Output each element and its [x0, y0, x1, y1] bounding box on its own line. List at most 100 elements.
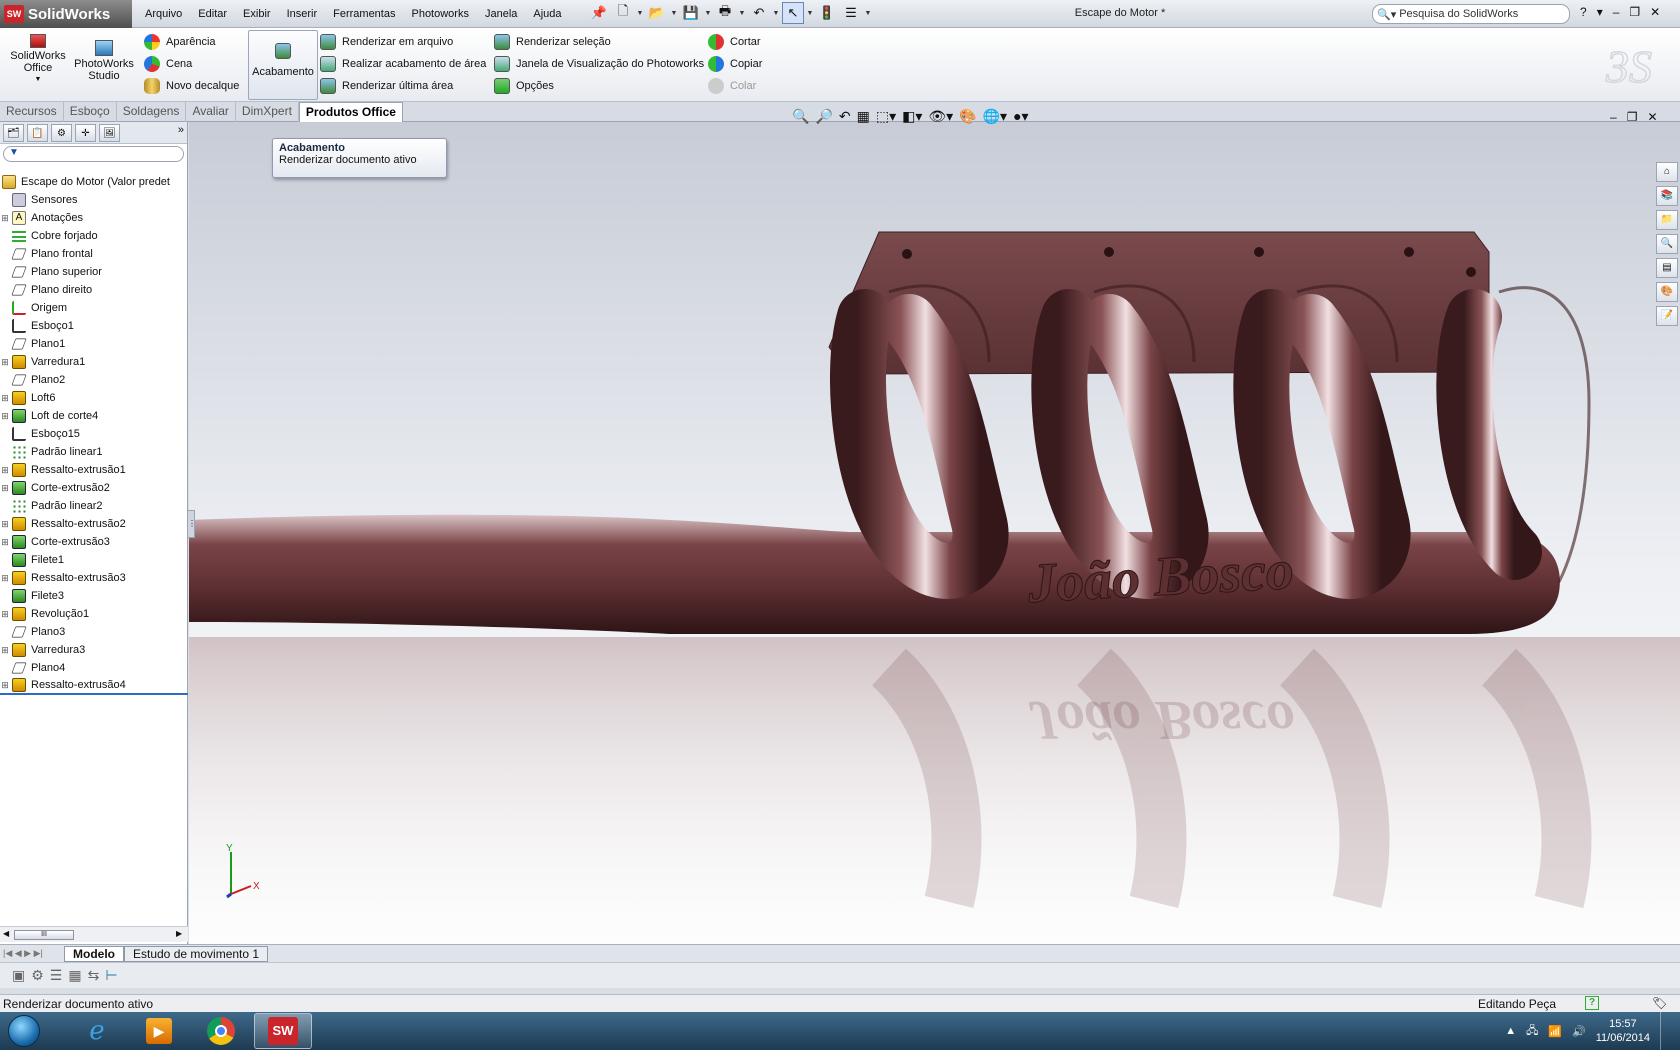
renderizar-selecao-button[interactable]: Renderizar seleção	[494, 32, 611, 52]
aparencia-button[interactable]: Aparência	[144, 32, 216, 52]
appearances-icon[interactable]: 🎨	[1656, 282, 1678, 302]
dimxpert-tab-icon[interactable]: ✛	[75, 124, 96, 142]
taskbar-chrome[interactable]	[192, 1013, 250, 1049]
edit-appearance-icon[interactable]: 🎨	[959, 108, 976, 125]
restore-icon[interactable]: ❐	[1629, 5, 1640, 19]
tree-item[interactable]: Padrão linear2	[0, 497, 188, 515]
tree-item[interactable]: ⊞ Varredura1	[0, 353, 188, 371]
bottom-tab-1[interactable]: Estudo de movimento 1	[124, 945, 269, 962]
bottom-tab-0[interactable]: Modelo	[64, 945, 124, 962]
previous-view-icon[interactable]: ↶	[839, 108, 851, 125]
expand-toggle-icon[interactable]: ⊞	[0, 357, 10, 368]
search-results-icon[interactable]: 🔍	[1656, 234, 1678, 254]
acabamento-button[interactable]: Acabamento	[248, 30, 318, 100]
menu-0[interactable]: Arquivo	[137, 8, 190, 20]
menu-5[interactable]: Photoworks	[403, 8, 476, 20]
expand-toggle-icon[interactable]: ⊞	[0, 573, 10, 584]
propertymanager-tab-icon[interactable]: 📋	[27, 124, 48, 142]
expand-toggle-icon[interactable]: ⊞	[0, 537, 10, 548]
doc-minimize-icon[interactable]: –	[1610, 110, 1617, 124]
tree-root[interactable]: Escape do Motor (Valor predet	[0, 173, 188, 191]
menu-4[interactable]: Ferramentas	[325, 8, 403, 20]
solidworks-resources-icon[interactable]: ⌂	[1656, 162, 1678, 182]
opcoes-button[interactable]: Opções	[494, 76, 554, 96]
clock[interactable]: 15:57 11/06/2014	[1596, 1017, 1650, 1045]
tree-item[interactable]: ⊞ A Anotações	[0, 209, 188, 227]
display-style-icon[interactable]: ◧▾	[902, 108, 922, 125]
solidworks-logo[interactable]: SW SolidWorks	[0, 0, 132, 28]
open-dropdown-icon[interactable]: ▼	[670, 10, 678, 17]
tree-filter-input[interactable]: ▼	[3, 146, 184, 162]
photoworks-studio-button[interactable]: PhotoWorks Studio	[74, 40, 134, 82]
graphics-area[interactable]: João Bosco João Bosco Y X	[189, 122, 1680, 944]
tree-item[interactable]: ⊞ Corte-extrusão3	[0, 533, 188, 551]
tree-item[interactable]: Sensores	[0, 191, 188, 209]
taskbar-ie[interactable]: e	[68, 1013, 126, 1049]
new-dropdown-icon[interactable]: ▼	[636, 10, 644, 17]
motion-tool-6-icon[interactable]: ⊢	[105, 967, 117, 984]
expand-toggle-icon[interactable]: ⊞	[0, 680, 10, 691]
menu-7[interactable]: Ajuda	[525, 8, 569, 20]
undo-icon[interactable]: ↶	[748, 2, 770, 24]
tree-item[interactable]: Plano4	[0, 659, 188, 677]
motion-tool-4-icon[interactable]: ▦	[68, 967, 81, 984]
tree-item[interactable]: ⊞ Loft de corte4	[0, 407, 188, 425]
tree-item[interactable]: Origem	[0, 299, 188, 317]
cena-button[interactable]: Cena	[144, 54, 192, 74]
print-icon[interactable]: 🖶	[714, 2, 736, 24]
close-icon[interactable]: ✕	[1650, 5, 1660, 19]
view-settings-icon[interactable]: ●▾	[1013, 108, 1028, 125]
expand-toggle-icon[interactable]: ⊞	[0, 465, 10, 476]
tab-4[interactable]: DimXpert	[236, 102, 299, 122]
start-button[interactable]	[0, 1012, 48, 1050]
tab-nav-arrows-icon[interactable]: |◀ ◀ ▶ ▶|	[0, 948, 64, 959]
tab-0[interactable]: Recursos	[0, 102, 64, 122]
hide-show-icon[interactable]: 👁▾	[928, 108, 953, 125]
doc-close-icon[interactable]: ✕	[1647, 110, 1657, 124]
tree-item[interactable]: Esboço1	[0, 317, 188, 335]
tree-item[interactable]: ⊞ Ressalto-extrusão2	[0, 515, 188, 533]
show-desktop-button[interactable]	[1660, 1012, 1670, 1050]
acabamento-area-button[interactable]: Realizar acabamento de área	[320, 54, 486, 74]
scroll-left-icon[interactable]: ◀	[3, 929, 9, 938]
design-library-icon[interactable]: 📚	[1656, 186, 1678, 206]
copiar-button[interactable]: Copiar	[708, 54, 762, 74]
tree-item[interactable]: Cobre forjado	[0, 227, 188, 245]
help-icon[interactable]: ?	[1580, 5, 1587, 19]
tree-item[interactable]: Filete3	[0, 587, 188, 605]
zoom-to-fit-icon[interactable]: 🔍	[792, 108, 809, 125]
undo-dropdown-icon[interactable]: ▼	[772, 10, 780, 17]
tab-2[interactable]: Soldagens	[117, 102, 187, 122]
expand-toggle-icon[interactable]: ⊞	[0, 645, 10, 656]
signal-icon[interactable]: 📶	[1548, 1025, 1562, 1038]
novo-decalque-button[interactable]: Novo decalque	[144, 76, 239, 96]
tree-item[interactable]: ⊞ Corte-extrusão2	[0, 479, 188, 497]
status-tag-icon[interactable]: 🏷	[1652, 996, 1667, 1010]
doc-restore-icon[interactable]: ❐	[1627, 110, 1638, 124]
configuration-tab-icon[interactable]: ⚙	[51, 124, 72, 142]
menu-6[interactable]: Janela	[477, 8, 525, 20]
motion-tool-1-icon[interactable]: ▣	[12, 967, 25, 984]
menu-2[interactable]: Exibir	[235, 8, 279, 20]
renderizar-arquivo-button[interactable]: Renderizar em arquivo	[320, 32, 453, 52]
tree-item[interactable]: Esboço15	[0, 425, 188, 443]
select-pointer-icon[interactable]: ↖	[782, 2, 804, 24]
tree-item[interactable]: ⊞ Ressalto-extrusão1	[0, 461, 188, 479]
file-explorer-icon[interactable]: 📁	[1656, 210, 1678, 230]
tab-5[interactable]: Produtos Office	[298, 102, 403, 122]
help-dropdown-icon[interactable]: ▾	[1597, 5, 1603, 19]
options-dropdown-icon[interactable]: ▼	[864, 10, 872, 17]
taskbar-solidworks[interactable]: SW	[254, 1013, 312, 1049]
tray-expand-icon[interactable]: ▲	[1505, 1025, 1516, 1037]
scroll-thumb[interactable]: III	[14, 930, 74, 940]
renderizar-ultima-area-button[interactable]: Renderizar última área	[320, 76, 453, 96]
section-view-icon[interactable]: ▦	[857, 108, 870, 125]
volume-icon[interactable]: 🔊	[1572, 1025, 1586, 1038]
expand-toggle-icon[interactable]: ⊞	[0, 519, 10, 530]
tree-item[interactable]: Plano1	[0, 335, 188, 353]
tree-item[interactable]: ⊞ Ressalto-extrusão3	[0, 569, 188, 587]
janela-visualizacao-button[interactable]: Janela de Visualização do Photoworks	[494, 54, 704, 74]
exhaust-manifold-model[interactable]: João Bosco João Bosco Y X	[189, 122, 1680, 944]
print-dropdown-icon[interactable]: ▼	[738, 10, 746, 17]
tree-item[interactable]: Padrão linear1	[0, 443, 188, 461]
